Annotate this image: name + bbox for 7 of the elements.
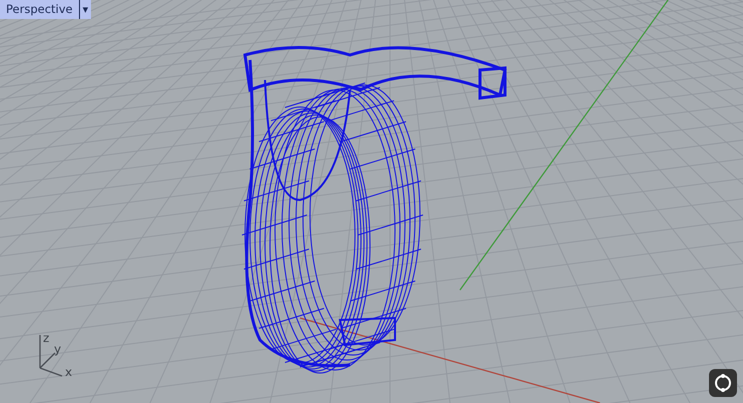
- rotate-view-button[interactable]: [709, 369, 737, 397]
- rotate-icon: [713, 373, 733, 393]
- axis-label: y: [54, 342, 62, 356]
- viewport-menu-button[interactable]: ▾: [78, 0, 92, 19]
- axis-label: x: [65, 365, 72, 379]
- viewport-title-tab[interactable]: Perspective: [0, 0, 79, 19]
- axis-label: z: [43, 331, 50, 345]
